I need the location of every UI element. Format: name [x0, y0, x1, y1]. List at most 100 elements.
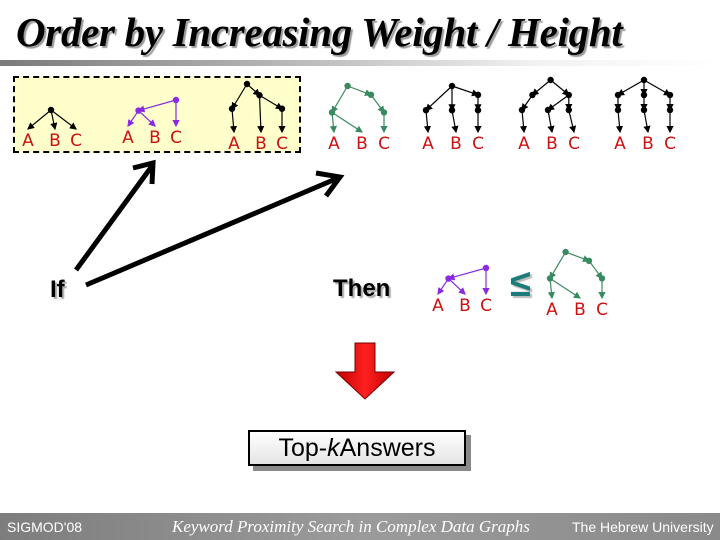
- top-k-answers-box: Top-k Answers: [248, 430, 466, 466]
- keyword-label-a: A: [228, 134, 240, 154]
- tree-edge: [331, 85, 349, 114]
- tree-edge: [615, 109, 624, 134]
- tree-node: [344, 82, 351, 90]
- tree-node: [640, 91, 648, 99]
- slide-footer: SIGMOD'08 Keyword Proximity Search in Co…: [0, 513, 720, 540]
- tree-node: [448, 82, 456, 90]
- tree-7: ABC: [614, 76, 676, 154]
- keyword-label-c: C: [480, 296, 492, 316]
- tree-node: [474, 91, 482, 99]
- tree-6: ABC: [518, 76, 580, 154]
- keyword-label-b: B: [149, 128, 161, 148]
- keyword-label-c: C: [664, 134, 676, 154]
- keyword-label-b: B: [255, 134, 267, 154]
- tree-edge: [257, 95, 265, 134]
- tree-edge: [519, 109, 528, 134]
- keyword-label-c: C: [568, 134, 580, 154]
- tree-5: ABC: [422, 82, 484, 154]
- keyword-label-c: C: [378, 134, 390, 154]
- red-down-arrow-icon: [334, 342, 396, 400]
- tree-edge: [27, 109, 52, 130]
- tree-node: [367, 91, 375, 99]
- tree-edge: [643, 79, 672, 96]
- tree-edge: [447, 267, 487, 281]
- keyword-label-b: B: [459, 296, 471, 316]
- keyword-label-a: A: [22, 131, 34, 151]
- tree-edge: [451, 110, 459, 134]
- footer-paper-title: Keyword Proximity Search in Complex Data…: [172, 517, 530, 536]
- tree-node: [135, 107, 142, 114]
- tree-node: [422, 107, 430, 114]
- comparison-right-tree: ABC: [546, 248, 608, 320]
- tree-node: [640, 76, 648, 84]
- tree-node: [243, 80, 251, 88]
- if-arrow-to-group: [73, 159, 156, 272]
- tree-edge: [331, 111, 364, 133]
- answers-k: k: [327, 433, 340, 462]
- tree-edge: [138, 110, 156, 127]
- tree-edge: [259, 94, 284, 110]
- keyword-label-a: A: [518, 134, 530, 154]
- tree-node: [640, 106, 648, 114]
- keyword-label-a: A: [328, 134, 340, 154]
- comparison-left-tree: ABC: [432, 264, 492, 316]
- tree-node: [482, 264, 490, 272]
- keyword-label-c: C: [596, 300, 608, 320]
- keyword-label-a: A: [432, 296, 444, 316]
- tree-edge: [451, 85, 480, 97]
- tree-node: [614, 91, 622, 99]
- keyword-label-c: C: [472, 134, 484, 154]
- tree-node: [565, 91, 572, 99]
- tree-node: [585, 257, 593, 264]
- tree-edge: [448, 278, 466, 295]
- tree-node: [518, 106, 526, 114]
- then-label: Then: [333, 275, 391, 302]
- tree-node: [474, 107, 482, 114]
- tree-edge: [643, 109, 651, 134]
- footer-institution: The Hebrew University: [572, 519, 714, 535]
- tree-edge: [550, 79, 570, 96]
- tree-edge: [137, 99, 177, 113]
- keyword-label-b: B: [546, 134, 558, 154]
- if-arrow-to-tree-4: [85, 170, 345, 288]
- tree-node: [172, 96, 180, 104]
- keyword-label-a: A: [122, 128, 134, 148]
- tree-2: ABC: [122, 96, 182, 148]
- tree-edge: [565, 251, 591, 263]
- tree-node: [529, 91, 536, 99]
- keyword-label-b: B: [574, 300, 586, 320]
- keyword-label-c: C: [70, 131, 82, 151]
- tree-edge: [425, 85, 453, 112]
- tree-edge: [549, 251, 567, 280]
- answers-suffix: Answers: [339, 433, 436, 462]
- tree-node: [445, 275, 452, 282]
- tree-node: [546, 275, 554, 282]
- tree-edge: [549, 277, 582, 299]
- tree-1: ABC: [22, 106, 82, 151]
- keyword-label-c: C: [276, 134, 288, 154]
- answers-prefix: Top-: [278, 433, 328, 462]
- tree-edge: [423, 110, 432, 134]
- tree-edge: [547, 94, 570, 111]
- keyword-label-a: A: [614, 134, 626, 154]
- tree-edge: [568, 109, 577, 134]
- footer-conference: SIGMOD'08: [7, 519, 83, 535]
- keyword-label-a: A: [546, 300, 558, 320]
- tree-node: [380, 109, 388, 116]
- tree-edge: [370, 94, 385, 114]
- if-label: If: [50, 276, 65, 303]
- keyword-label-b: B: [49, 131, 61, 151]
- tree-edge: [231, 83, 248, 110]
- tree-edge: [616, 79, 645, 96]
- tree-node: [547, 76, 554, 84]
- tree-edge: [531, 79, 551, 96]
- tree-node: [278, 105, 286, 112]
- tree-edge: [229, 108, 238, 134]
- tree-node: [666, 91, 674, 99]
- keyword-label-b: B: [356, 134, 368, 154]
- tree-node: [614, 106, 622, 114]
- tree-node: [562, 248, 569, 256]
- tree-edge: [547, 109, 555, 134]
- tree-node: [666, 106, 674, 114]
- tree-node: [565, 106, 572, 114]
